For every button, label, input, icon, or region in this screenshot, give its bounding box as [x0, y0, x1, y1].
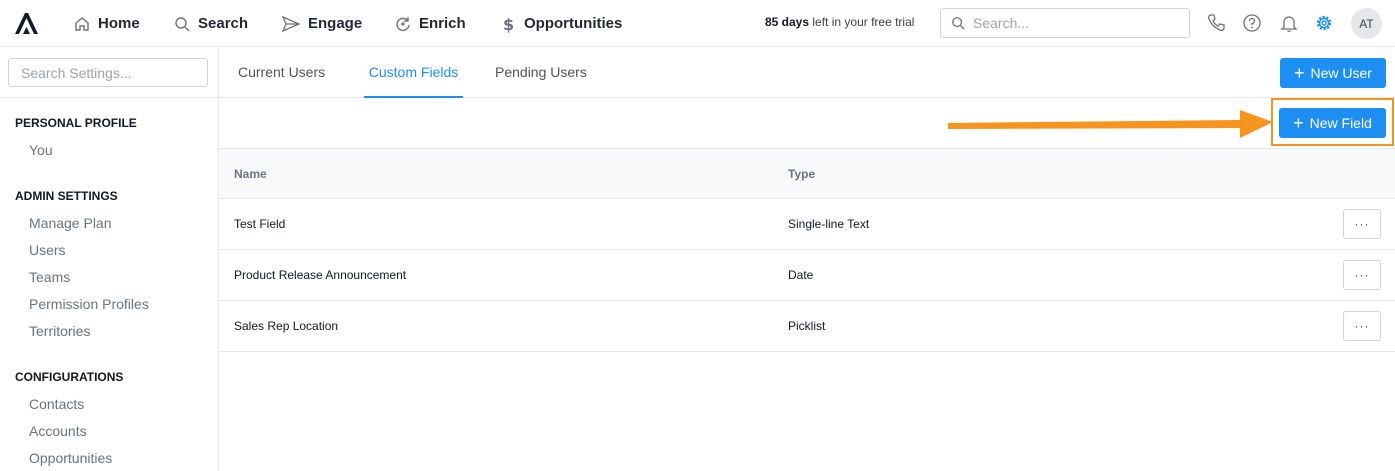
sidebar-item-you[interactable]: You: [29, 142, 53, 158]
help-icon[interactable]: [1242, 13, 1262, 33]
tab-pending-users[interactable]: Pending Users: [495, 48, 587, 98]
nav-enrich[interactable]: Enrich: [395, 0, 466, 47]
field-type-cell: Date: [788, 268, 814, 282]
annotation-arrow-icon: [948, 110, 1273, 138]
new-user-button[interactable]: + New User: [1280, 58, 1386, 88]
row-actions-button[interactable]: ···: [1343, 260, 1381, 290]
table-row: Sales Rep Location Picklist ···: [219, 301, 1395, 352]
tab-current-users[interactable]: Current Users: [238, 48, 325, 98]
annotation-highlight-box: [1271, 98, 1394, 146]
section-heading-admin-settings: ADMIN SETTINGS: [15, 189, 118, 203]
send-icon: [282, 15, 300, 32]
sidebar-item-teams[interactable]: Teams: [29, 269, 70, 285]
sidebar-item-users[interactable]: Users: [29, 242, 66, 258]
nav-opportunities-label: Opportunities: [524, 15, 623, 32]
trial-text: left in your free trial: [809, 15, 915, 29]
settings-sidebar: PERSONAL PROFILE You ADMIN SETTINGS Mana…: [0, 48, 219, 471]
nav-search[interactable]: Search: [174, 0, 248, 47]
table-row: Test Field Single-line Text ···: [219, 199, 1395, 250]
nav-engage[interactable]: Engage: [282, 0, 362, 47]
field-type-cell: Single-line Text: [788, 217, 870, 231]
column-header-name: Name: [234, 167, 267, 181]
row-actions-button[interactable]: ···: [1343, 311, 1381, 341]
top-navbar: Home Search Engage Enrich $ Opportunitie…: [0, 0, 1395, 47]
nav-home[interactable]: Home: [74, 0, 140, 47]
svg-text:$: $: [503, 15, 514, 33]
column-header-type: Type: [788, 167, 816, 181]
settings-tabs: Current Users Custom Fields Pending User…: [219, 48, 1395, 98]
sidebar-item-contacts[interactable]: Contacts: [29, 396, 84, 412]
global-search[interactable]: [940, 8, 1190, 38]
gear-icon[interactable]: [1314, 13, 1334, 33]
tab-custom-fields[interactable]: Custom Fields: [364, 48, 463, 98]
nav-engage-label: Engage: [308, 15, 363, 32]
field-name-cell: Test Field: [234, 217, 286, 231]
section-heading-configurations: CONFIGURATIONS: [15, 370, 124, 384]
table-header: Name Type: [219, 148, 1395, 199]
phone-icon[interactable]: [1206, 13, 1226, 33]
app-logo[interactable]: [14, 11, 40, 35]
refresh-icon: [396, 16, 410, 31]
section-heading-personal-profile: PERSONAL PROFILE: [15, 116, 137, 130]
nav-home-label: Home: [98, 15, 140, 32]
nav-search-label: Search: [198, 15, 249, 32]
global-search-input[interactable]: [973, 15, 1173, 31]
settings-search-input[interactable]: [8, 58, 208, 87]
sidebar-item-permission-profiles[interactable]: Permission Profiles: [29, 296, 149, 312]
trial-days: 85 days: [765, 15, 810, 29]
nav-opportunities[interactable]: $ Opportunities: [500, 0, 622, 47]
row-actions-button[interactable]: ···: [1343, 209, 1381, 239]
new-user-label: New User: [1310, 65, 1372, 81]
field-type-cell: Picklist: [788, 319, 826, 333]
field-name-cell: Sales Rep Location: [234, 319, 339, 333]
trial-notice: 85 days left in your free trial: [765, 15, 914, 29]
sidebar-search-container: [0, 48, 218, 98]
table-row: Product Release Announcement Date ···: [219, 250, 1395, 301]
sidebar-item-accounts[interactable]: Accounts: [29, 423, 87, 439]
search-icon: [175, 16, 190, 31]
sidebar-item-territories[interactable]: Territories: [29, 323, 90, 339]
dollar-icon: $: [503, 15, 514, 33]
avatar[interactable]: AT: [1351, 8, 1382, 39]
field-name-cell: Product Release Announcement: [234, 268, 407, 282]
bell-icon[interactable]: [1279, 13, 1299, 33]
search-icon: [952, 17, 965, 30]
sidebar-item-manage-plan[interactable]: Manage Plan: [29, 215, 112, 231]
plus-icon: +: [1294, 63, 1305, 83]
home-icon: [75, 16, 89, 31]
nav-enrich-label: Enrich: [419, 15, 466, 32]
sidebar-item-opportunities[interactable]: Opportunities: [29, 450, 112, 466]
